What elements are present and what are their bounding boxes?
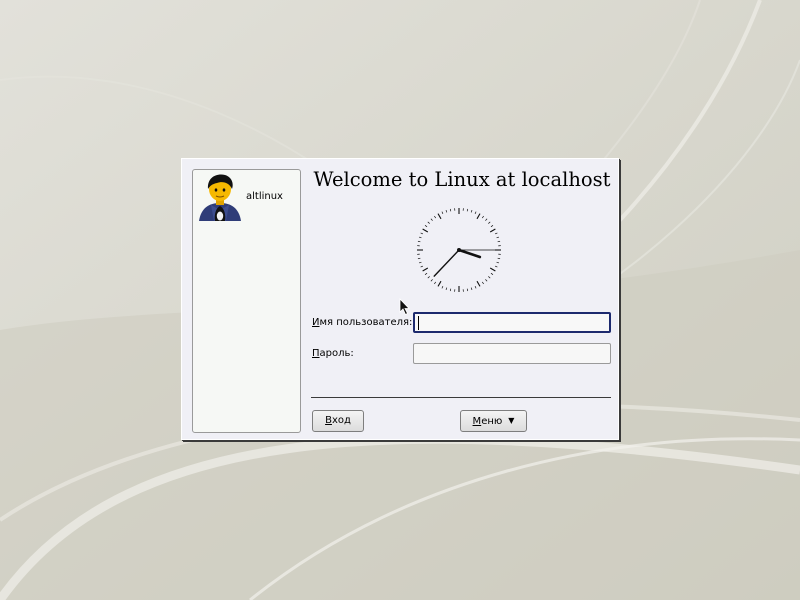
clock-tick (445, 287, 448, 291)
password-label-text: ароль: (319, 348, 354, 359)
password-input[interactable] (413, 343, 611, 364)
clock-tick (489, 267, 496, 272)
clock-tick (430, 279, 433, 282)
clock-tick (420, 265, 424, 268)
clock-tick (490, 272, 494, 275)
clock-tick (494, 265, 498, 268)
clock-tick (470, 209, 473, 213)
clock-tick (422, 228, 429, 233)
clock-tick (427, 221, 430, 224)
menu-button-label: еню (481, 416, 503, 427)
analog-clock-icon (417, 208, 501, 292)
clock-tick (476, 213, 481, 220)
clock-tick (476, 280, 481, 287)
clock-tick (470, 287, 473, 291)
menu-button-mnemonic: М (472, 416, 482, 427)
login-button-mnemonic: В (325, 415, 332, 426)
clock-tick (424, 272, 428, 275)
mouse-pointer-icon (399, 298, 410, 316)
clock-tick (466, 208, 469, 212)
login-button-label: ход (331, 415, 351, 426)
clock-tick (496, 261, 500, 264)
clock-tick (497, 240, 501, 243)
clock-center (457, 248, 461, 252)
username-label: Имя пользователя: (312, 317, 412, 328)
clock-tick (481, 281, 484, 285)
clock-tick (485, 279, 488, 282)
user-list-item[interactable]: altlinux (195, 172, 298, 222)
password-label-mnemonic: П (312, 348, 320, 359)
clock-tick (420, 232, 424, 235)
clock-tick (497, 257, 501, 260)
welcome-title: Welcome to Linux at localhost (313, 168, 611, 191)
clock-tick (418, 261, 422, 264)
clock-tick (449, 288, 452, 292)
separator-line (311, 397, 611, 398)
clock-tick (441, 285, 444, 289)
password-label: Пароль: (312, 348, 354, 359)
clock-tick (422, 267, 429, 272)
clock-tick (494, 232, 498, 235)
clock-hour-hand (457, 248, 482, 259)
user-list[interactable]: altlinux (192, 169, 301, 433)
clock-tick (496, 236, 500, 239)
clock-tick (434, 281, 437, 285)
clock-tick (427, 276, 430, 279)
clock-tick (474, 211, 477, 215)
user-name-label: altlinux (246, 191, 283, 202)
clock-tick (424, 225, 428, 228)
text-caret (418, 316, 419, 330)
clock-tick (490, 225, 494, 228)
clock-tick (418, 236, 422, 239)
clock-tick (485, 218, 488, 221)
username-label-text: мя пользователя: (319, 317, 413, 328)
clock-tick (437, 280, 442, 287)
clock-tick (445, 209, 448, 213)
clock-tick (434, 215, 437, 219)
penguin-user-avatar-icon (199, 174, 241, 221)
clock-tick (489, 228, 496, 233)
clock-tick (466, 288, 469, 292)
clock-tick (417, 257, 421, 260)
clock-tick (437, 213, 442, 220)
login-button[interactable]: Вход (312, 410, 364, 432)
clock-tick (430, 218, 433, 221)
clock-tick (488, 276, 491, 279)
clock-tick (449, 208, 452, 212)
clock-tick (488, 221, 491, 224)
clock-minute-hand (433, 249, 460, 277)
username-input[interactable] (413, 312, 611, 333)
menu-button[interactable]: Меню ▼ (460, 410, 527, 432)
clock-tick (417, 240, 421, 243)
clock-tick (481, 215, 484, 219)
clock-tick (474, 285, 477, 289)
clock-tick (441, 211, 444, 215)
triangle-down-icon: ▼ (508, 416, 515, 425)
